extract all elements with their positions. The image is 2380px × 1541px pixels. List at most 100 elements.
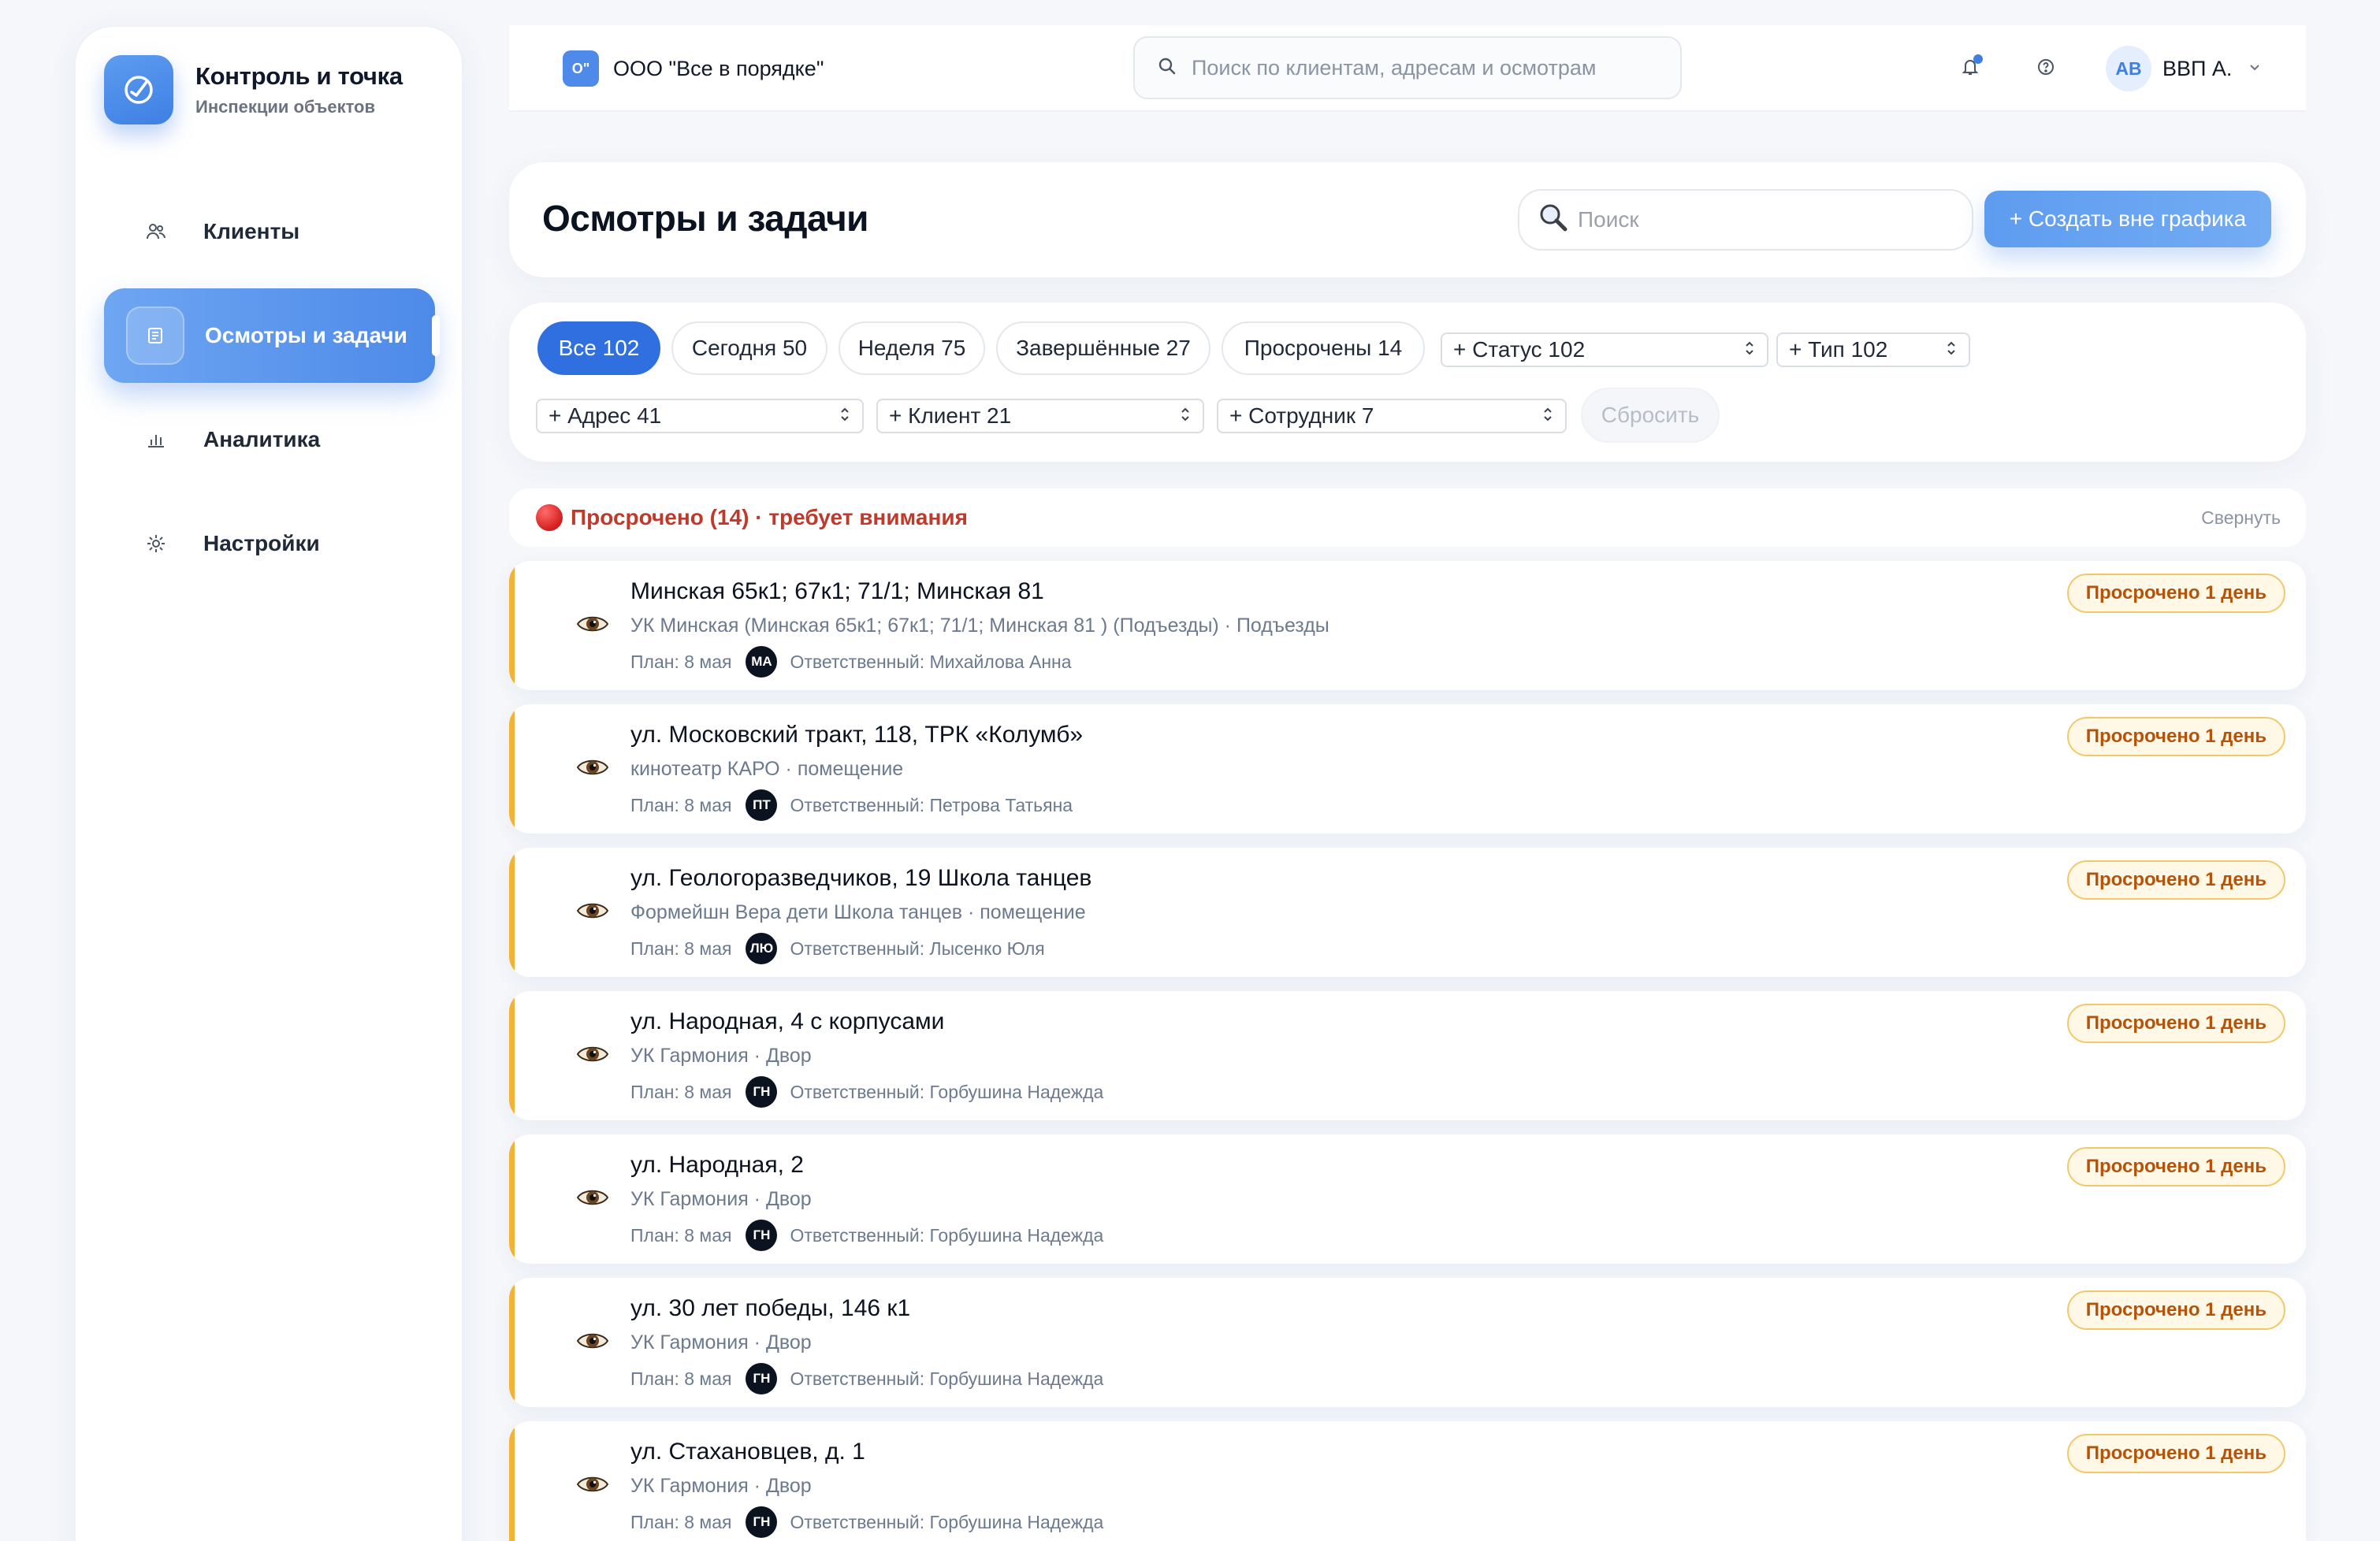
users-icon — [143, 219, 169, 244]
updown-chevron-icon — [1743, 337, 1756, 362]
task-subtitle: УК Минская (Минская 65к1; 67к1; 71/1; Ми… — [630, 615, 1329, 637]
task-card[interactable]: ул. Стахановцев, д. 1 УК Гармония · Двор… — [509, 1421, 2306, 1541]
eye-icon — [575, 1037, 610, 1071]
status-badge: Просрочено 1 день — [2066, 1290, 2285, 1330]
filter-select-type[interactable]: + Тип 102 — [1776, 332, 1970, 367]
help-icon — [2036, 57, 2056, 81]
bar-chart-icon — [143, 427, 169, 452]
topbar: O" ООО "Все в порядке" Поиск по клиентам… — [509, 25, 2306, 112]
filter-chip-today[interactable]: Сегодня 50 — [671, 321, 827, 375]
task-responsible: Ответственный: Горбушина Надежда — [790, 1224, 1104, 1246]
task-subtitle: кинотеатр КАРО · помещение — [630, 758, 904, 780]
brand-subtitle: Инспекции объектов — [195, 97, 376, 117]
reset-filters-button[interactable]: Сбросить — [1581, 388, 1720, 443]
filter-chip-all[interactable]: Все 102 — [537, 321, 660, 375]
task-plan-date: План: 8 мая — [630, 1081, 732, 1102]
help-button[interactable] — [2024, 46, 2068, 91]
page-search-input[interactable] — [1578, 207, 1956, 232]
filter-chip-overdue[interactable]: Просрочены 14 — [1222, 321, 1425, 375]
eye-icon — [575, 750, 610, 785]
task-title: ул. Народная, 4 с корпусами — [630, 1008, 945, 1034]
sidebar-nav: Клиенты Осмотры и задачи Аналитика Настр… — [104, 184, 440, 600]
sidebar-item-inspections[interactable]: Осмотры и задачи — [104, 288, 440, 383]
task-card[interactable]: ул. Народная, 4 с корпусами УК Гармония … — [509, 991, 2306, 1120]
red-circle-icon — [536, 504, 563, 531]
task-plan-date: План: 8 мая — [630, 651, 732, 672]
user-name: ВВП А. — [2162, 56, 2233, 80]
select-value: + Клиент 21 — [889, 403, 1012, 428]
global-search — [1133, 36, 1682, 99]
filter-select-employee[interactable]: + Сотрудник 7 — [1217, 399, 1567, 433]
task-responsible: Ответственный: Горбушина Надежда — [790, 1081, 1104, 1102]
task-subtitle: Формейшн Вера дети Школа танцев · помеще… — [630, 901, 1086, 923]
notifications-button[interactable] — [1948, 46, 1992, 91]
task-subtitle: УК Гармония · Двор — [630, 1331, 812, 1353]
status-badge: Просрочено 1 день — [2066, 717, 2285, 756]
filter-chip-completed[interactable]: Завершённые 27 — [996, 321, 1210, 375]
responsible-avatar: ГН — [746, 1076, 778, 1108]
task-subtitle: УК Гармония · Двор — [630, 1188, 812, 1210]
updown-chevron-icon — [1945, 337, 1958, 362]
create-unscheduled-button[interactable]: + Создать вне графика — [1984, 191, 2271, 247]
gear-icon — [143, 531, 169, 556]
task-title: ул. Геологоразведчиков, 19 Школа танцев — [630, 865, 1092, 891]
task-card[interactable]: ул. Геологоразведчиков, 19 Школа танцев … — [509, 848, 2306, 977]
task-responsible: Ответственный: Петрова Татьяна — [790, 794, 1073, 815]
task-responsible: Ответственный: Горбушина Надежда — [790, 1368, 1104, 1389]
updown-chevron-icon — [1541, 403, 1554, 429]
sidebar-item-label: Клиенты — [203, 219, 300, 243]
task-responsible: Ответственный: Горбушина Надежда — [790, 1511, 1104, 1532]
task-card[interactable]: ул. Московский тракт, 118, ТРК «Колумб» … — [509, 704, 2306, 834]
task-responsible: Ответственный: Лысенко Юля — [790, 938, 1045, 959]
responsible-avatar: ЛЮ — [746, 933, 778, 964]
eye-icon — [575, 893, 610, 928]
task-plan-date: План: 8 мая — [630, 1224, 732, 1246]
group-title: Просрочено (14) · требует внимания — [571, 505, 968, 529]
status-badge: Просрочено 1 день — [2066, 574, 2285, 613]
sidebar: Контроль и точка Инспекции объектов Клие… — [74, 25, 463, 1541]
task-card[interactable]: Минская 65к1; 67к1; 71/1; Минская 81 УК … — [509, 561, 2306, 690]
responsible-avatar: ГН — [746, 1363, 778, 1394]
task-title: ул. Стахановцев, д. 1 — [630, 1439, 865, 1465]
task-plan-date: План: 8 мая — [630, 938, 732, 959]
filter-select-address[interactable]: + Адрес 41 — [536, 399, 864, 433]
org-logo: O" — [563, 50, 599, 87]
global-search-input[interactable] — [1192, 55, 1664, 80]
page-search — [1518, 189, 1973, 251]
filter-chip-week[interactable]: Неделя 75 — [839, 321, 985, 375]
eye-icon — [575, 1180, 610, 1215]
search-icon — [1157, 56, 1177, 80]
select-value: + Тип 102 — [1789, 337, 1888, 362]
page-title: Осмотры и задачи — [542, 198, 868, 239]
task-plan-date: План: 8 мая — [630, 1511, 732, 1532]
sidebar-item-label: Осмотры и задачи — [205, 323, 407, 347]
overdue-group-header: Просрочено (14) · требует внимания Сверн… — [509, 488, 2306, 547]
task-plan-date: План: 8 мая — [630, 794, 732, 815]
sidebar-item-analytics[interactable]: Аналитика — [104, 392, 435, 487]
filter-select-client[interactable]: + Клиент 21 — [876, 399, 1204, 433]
sidebar-item-label: Настройки — [203, 531, 320, 555]
task-card[interactable]: ул. 30 лет победы, 146 к1 УК Гармония · … — [509, 1278, 2306, 1407]
org-switcher[interactable]: O" ООО "Все в порядке" — [563, 50, 824, 87]
collapse-group-button[interactable]: Свернуть — [2201, 507, 2281, 529]
sidebar-item-settings[interactable]: Настройки — [104, 496, 435, 591]
page-header: Осмотры и задачи + Создать вне графика — [509, 162, 2306, 277]
select-value: + Сотрудник 7 — [1229, 403, 1374, 428]
task-plan-date: План: 8 мая — [630, 1368, 732, 1389]
sidebar-item-label: Аналитика — [203, 427, 321, 451]
avatar: АВ — [2106, 46, 2151, 91]
brand[interactable]: Контроль и точка Инспекции объектов — [104, 55, 403, 124]
task-title: ул. 30 лет победы, 146 к1 — [630, 1295, 911, 1321]
task-title: ул. Московский тракт, 118, ТРК «Колумб» — [630, 722, 1084, 748]
task-subtitle: УК Гармония · Двор — [630, 1475, 812, 1497]
task-card[interactable]: ул. Народная, 2 УК Гармония · Двор План:… — [509, 1134, 2306, 1264]
notification-dot — [1973, 54, 1983, 64]
filters-panel: Все 102 Сегодня 50 Неделя 75 Завершённые… — [509, 303, 2306, 462]
updown-chevron-icon — [839, 403, 851, 429]
sidebar-item-clients[interactable]: Клиенты — [104, 184, 435, 279]
topbar-actions: АВ ВВП А. — [1948, 46, 2262, 91]
user-menu[interactable]: АВ ВВП А. — [2106, 46, 2262, 91]
eye-icon — [575, 1324, 610, 1358]
responsible-avatar: ПТ — [746, 789, 778, 821]
filter-select-status[interactable]: + Статус 102 — [1441, 332, 1768, 367]
